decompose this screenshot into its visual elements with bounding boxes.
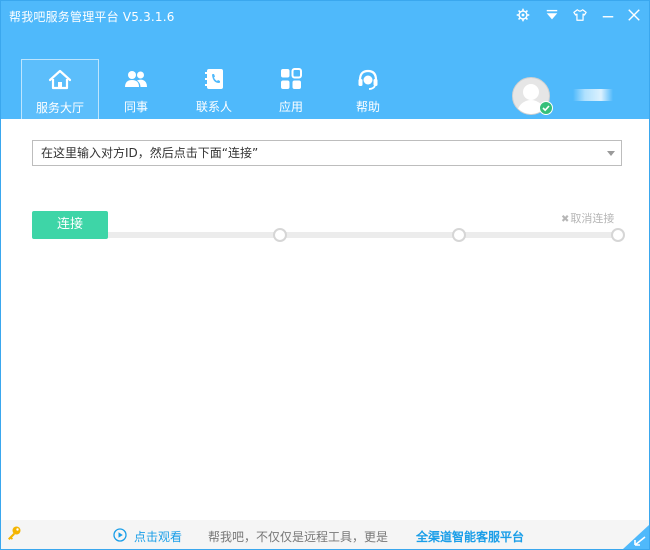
tab-contacts[interactable]: 联系人 bbox=[176, 59, 252, 119]
key-icon[interactable] bbox=[6, 525, 22, 541]
tab-colleagues[interactable]: 同事 bbox=[98, 59, 174, 119]
contacts-book-icon bbox=[176, 67, 252, 91]
close-icon[interactable] bbox=[624, 5, 644, 25]
apps-grid-icon bbox=[253, 67, 329, 91]
corner-arrow-icon[interactable] bbox=[623, 525, 649, 549]
progress-step-node bbox=[452, 228, 466, 242]
footer-tagline: 帮我吧，不仅仅是远程工具，更是 bbox=[208, 530, 389, 544]
window-title: 帮我吧服务管理平台 V5.3.1.6 bbox=[9, 10, 175, 24]
online-status-icon bbox=[539, 101, 553, 115]
cancel-label: 取消连接 bbox=[570, 212, 615, 225]
help-headset-icon bbox=[330, 67, 406, 91]
tab-help[interactable]: 帮助 bbox=[330, 59, 406, 119]
colleagues-icon bbox=[98, 67, 174, 91]
home-icon bbox=[22, 68, 98, 92]
app-window: 帮我吧服务管理平台 V5.3.1.6 服务大厅 同事 联系人 应用 帮助 在这里… bbox=[0, 0, 650, 550]
partner-id-combobox[interactable] bbox=[32, 140, 622, 166]
partner-id-input[interactable] bbox=[33, 141, 601, 165]
play-icon[interactable] bbox=[113, 528, 127, 542]
close-icon: ✖ bbox=[561, 214, 570, 225]
header-bar: 帮我吧服务管理平台 V5.3.1.6 服务大厅 同事 联系人 应用 帮助 bbox=[1, 1, 649, 120]
minimize-icon[interactable] bbox=[598, 5, 618, 25]
tab-label: 应用 bbox=[278, 100, 303, 114]
dropdown-menu-icon[interactable] bbox=[542, 5, 562, 25]
footer-tagline-highlight[interactable]: 全渠道智能客服平台 bbox=[416, 528, 524, 545]
tab-label: 联系人 bbox=[195, 100, 232, 114]
username-blurred bbox=[573, 89, 613, 101]
avatar-head bbox=[523, 84, 539, 100]
cancel-connection-link[interactable]: ✖取消连接 bbox=[561, 210, 614, 226]
progress-step-node bbox=[273, 228, 287, 242]
chevron-down-icon[interactable] bbox=[607, 151, 615, 156]
tab-label: 帮助 bbox=[355, 100, 380, 114]
tab-label: 服务大厅 bbox=[35, 101, 84, 115]
tab-service-hall[interactable]: 服务大厅 bbox=[21, 59, 99, 120]
connection-progress-track bbox=[108, 232, 618, 238]
connect-button[interactable]: 连接 bbox=[32, 211, 108, 239]
skin-icon[interactable] bbox=[570, 5, 590, 25]
settings-icon[interactable] bbox=[513, 5, 533, 25]
tab-label: 同事 bbox=[123, 100, 148, 114]
progress-step-node bbox=[611, 228, 625, 242]
watch-video-link[interactable]: 点击观看 bbox=[134, 528, 182, 545]
tab-apps[interactable]: 应用 bbox=[253, 59, 329, 119]
